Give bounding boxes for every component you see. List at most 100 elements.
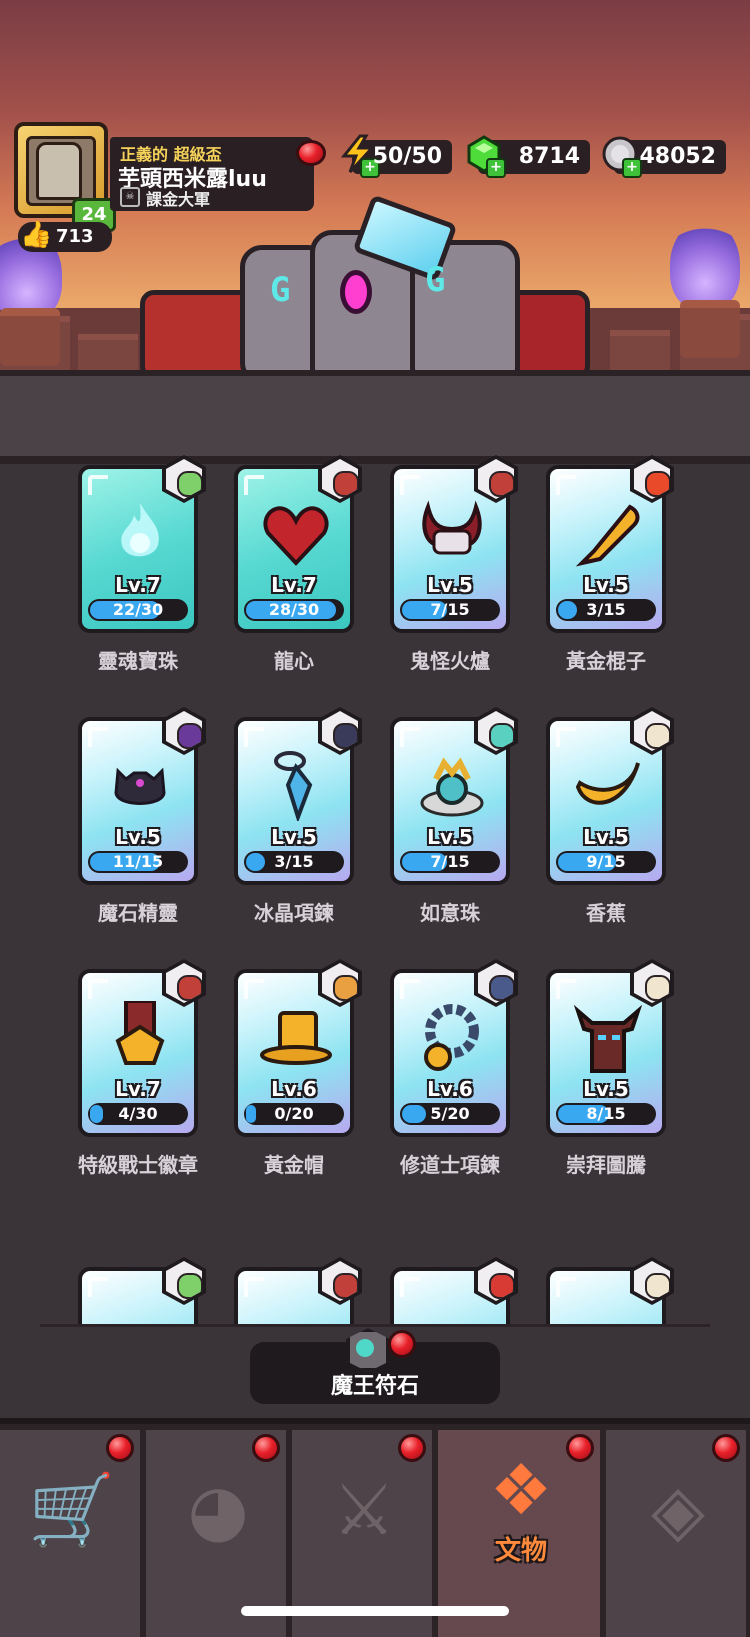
relic-card[interactable]: Lv.5 3/15 bbox=[234, 707, 362, 885]
hero-portrait-icon bbox=[162, 959, 206, 1007]
banana-icon bbox=[572, 749, 644, 821]
thumbs-up-icon: 👍 bbox=[20, 220, 53, 250]
monster-face-icon: ◕ bbox=[187, 1469, 249, 1551]
relic-name: 崇拜圖騰 bbox=[566, 1153, 646, 1177]
relic-progress-text: 22/30 bbox=[112, 600, 164, 619]
bottom-nav: 🛒 ◕ ⚔ ❖ 文物 ◈ bbox=[0, 1418, 750, 1637]
relic-progress-bar: 3/15 bbox=[244, 851, 344, 873]
relic-progress-bar: 3/15 bbox=[556, 599, 656, 621]
relic-progress-bar: 0/20 bbox=[244, 1103, 344, 1125]
relic-level: Lv.6 bbox=[271, 1077, 317, 1101]
relic-level: Lv.5 bbox=[583, 825, 629, 849]
magic-stone-spirit-icon bbox=[104, 749, 176, 821]
likes-count: 713 bbox=[56, 226, 94, 247]
boss-golem[interactable]: G G bbox=[140, 194, 610, 380]
relic-name: 黃金棍子 bbox=[566, 649, 646, 673]
hero-portrait-icon bbox=[162, 707, 206, 755]
relic-level: Lv.5 bbox=[115, 825, 161, 849]
relic-progress-bar: 22/30 bbox=[88, 599, 188, 621]
relic-card[interactable]: Lv.6 0/20 bbox=[234, 959, 362, 1137]
relic-progress-bar: 7/15 bbox=[400, 599, 500, 621]
relic-progress-bar: 28/30 bbox=[244, 599, 344, 621]
demon-rune-button[interactable]: 魔王符石 bbox=[250, 1328, 500, 1404]
relic-card-partial[interactable] bbox=[234, 1257, 362, 1325]
rune-button-label: 魔王符石 bbox=[330, 1374, 419, 1399]
hero-portrait-icon bbox=[318, 959, 362, 1007]
relic-progress-bar: 4/30 bbox=[88, 1103, 188, 1125]
grid-bottom-divider bbox=[40, 1324, 710, 1327]
hero-portrait-icon bbox=[474, 455, 518, 503]
relic-name: 特級戰士徽章 bbox=[78, 1153, 198, 1177]
relic-card[interactable]: Lv.7 4/30 bbox=[78, 959, 206, 1137]
nav-notification-dot bbox=[252, 1434, 280, 1462]
hero-portrait-icon bbox=[162, 455, 206, 503]
relic-progress-text: 7/15 bbox=[430, 600, 470, 619]
guild-icon: ☠ bbox=[120, 187, 140, 207]
relic-card-grid: Lv.7 22/30 靈魂寶珠 Lv.7 28/30 龍心 Lv.5 7/15 鬼怪火爐 Lv.5… bbox=[0, 455, 750, 1325]
gems-counter[interactable]: + 8714 bbox=[467, 135, 590, 178]
nav-notification-dot bbox=[398, 1434, 426, 1462]
profile-notification-dot bbox=[296, 140, 326, 166]
relic-name: 如意珠 bbox=[420, 901, 480, 925]
relic-card[interactable]: Lv.5 3/15 bbox=[546, 455, 674, 633]
hero-portrait-icon bbox=[474, 707, 518, 755]
relic-progress-bar: 8/15 bbox=[556, 1103, 656, 1125]
relic-card[interactable]: Lv.6 5/20 bbox=[390, 959, 518, 1137]
relic-progress-bar: 7/15 bbox=[400, 851, 500, 873]
coins-counter[interactable]: + 48052 bbox=[602, 136, 726, 178]
relic-level: Lv.7 bbox=[115, 1077, 161, 1101]
player-info-panel[interactable]: 正義的 超級盃 芋頭西米露luu ☠ 課金大軍 bbox=[110, 137, 314, 211]
relic-progress-text: 7/15 bbox=[430, 852, 470, 871]
likes-counter[interactable]: 👍 713 bbox=[18, 220, 112, 252]
relic-card[interactable]: Lv.5 11/15 bbox=[78, 707, 206, 885]
relic-progress-text: 0/20 bbox=[274, 1104, 314, 1123]
relic-progress-text: 8/15 bbox=[586, 1104, 626, 1123]
relic-progress-text: 28/30 bbox=[268, 600, 320, 619]
relic-card[interactable]: Lv.7 28/30 bbox=[234, 455, 362, 633]
golden-club-icon bbox=[572, 497, 644, 569]
relic-card[interactable]: Lv.5 7/15 bbox=[390, 455, 518, 633]
right-torch-flame-icon bbox=[670, 220, 740, 310]
relic-progress-bar: 9/15 bbox=[556, 851, 656, 873]
relic-level: Lv.5 bbox=[271, 825, 317, 849]
ice-crystal-necklace-icon bbox=[260, 749, 332, 824]
hero-portrait-icon bbox=[318, 455, 362, 503]
hero-portrait-icon bbox=[630, 959, 674, 1007]
monk-necklace-icon bbox=[416, 1001, 488, 1073]
energy-value: 50/50 bbox=[372, 144, 442, 169]
gems-value: 8714 bbox=[518, 144, 580, 169]
relic-progress-text: 11/15 bbox=[112, 852, 164, 871]
nav-notification-dot bbox=[106, 1434, 134, 1462]
relic-name: 鬼怪火爐 bbox=[410, 649, 490, 673]
relic-card[interactable]: Lv.7 22/30 bbox=[78, 455, 206, 633]
relic-card[interactable]: Lv.5 9/15 bbox=[546, 707, 674, 885]
dragon-heart-icon bbox=[260, 497, 332, 569]
relic-name: 靈魂寶珠 bbox=[98, 649, 178, 673]
relic-card-partial[interactable] bbox=[390, 1257, 518, 1325]
warrior-badge-icon bbox=[104, 999, 176, 1073]
relic-progress-bar: 11/15 bbox=[88, 851, 188, 873]
worship-totem-icon bbox=[572, 1001, 644, 1073]
relic-card[interactable]: Lv.5 7/15 bbox=[390, 707, 518, 885]
nav-tab-ticket[interactable]: ◈ bbox=[606, 1430, 750, 1637]
relic-progress-text: 3/15 bbox=[274, 852, 314, 871]
relic-card[interactable]: Lv.5 8/15 bbox=[546, 959, 674, 1137]
relic-name: 冰晶項鍊 bbox=[254, 901, 334, 925]
relic-level: Lv.6 bbox=[427, 1077, 473, 1101]
rune-notification-dot bbox=[388, 1330, 416, 1358]
relic-card-partial[interactable] bbox=[78, 1257, 206, 1325]
relic-card-partial[interactable] bbox=[546, 1257, 674, 1325]
energy-counter[interactable]: + 50/50 bbox=[340, 134, 452, 178]
relic-level: Lv.5 bbox=[427, 825, 473, 849]
guild-name: 課金大軍 bbox=[146, 190, 211, 209]
hero-portrait-icon bbox=[474, 959, 518, 1007]
relic-progress-text: 3/15 bbox=[586, 600, 626, 619]
shop-cart-icon: 🛒 bbox=[28, 1469, 116, 1551]
gems-add-icon[interactable]: + bbox=[486, 158, 506, 178]
relic-progress-text: 9/15 bbox=[586, 852, 626, 871]
nav-tab-shop-cart[interactable]: 🛒 bbox=[0, 1430, 144, 1637]
relic-progress-text: 5/20 bbox=[430, 1104, 470, 1123]
relic-progress-text: 4/30 bbox=[118, 1104, 158, 1123]
soul-flame-icon bbox=[104, 497, 176, 569]
relic-name: 魔石精靈 bbox=[98, 901, 178, 925]
